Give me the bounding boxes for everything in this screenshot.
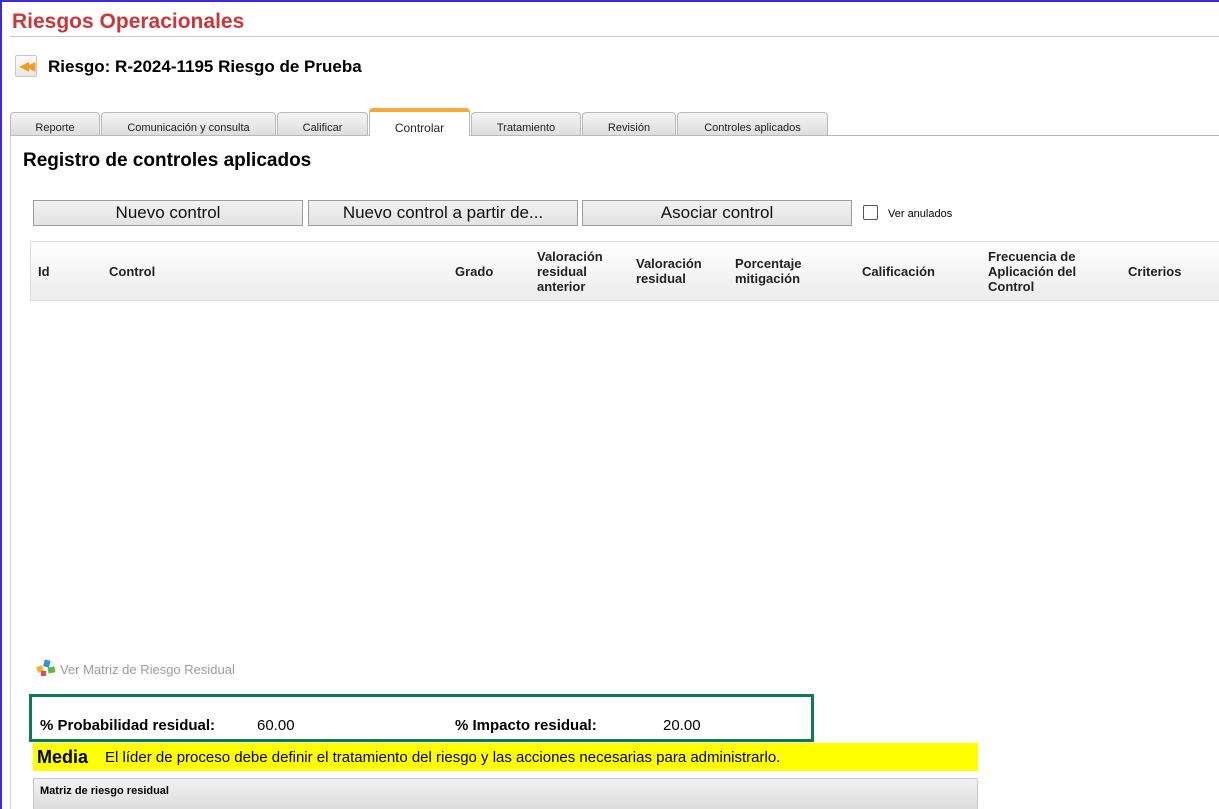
view-residual-matrix-link[interactable]: Ver Matriz de Riesgo Residual [35, 656, 235, 678]
app-title: Riesgos Operacionales [12, 10, 245, 33]
section-title: Registro de controles aplicados [23, 150, 312, 171]
tab-reporte[interactable]: Reporte [10, 112, 100, 135]
column-header-porcentaje[interactable]: Porcentaje mitigación [735, 256, 801, 286]
column-header-frecuencia[interactable]: Frecuencia de Aplicación del Control [988, 249, 1076, 294]
tab-calificar[interactable]: Calificar [277, 112, 368, 135]
risk-level-name: Media [37, 747, 89, 767]
view-residual-matrix-label: Ver Matriz de Riesgo Residual [60, 662, 235, 677]
risk-level-message: El líder de proceso debe definir el trat… [105, 749, 781, 766]
tab-controlar[interactable]: Controlar [369, 108, 470, 136]
tabs-divider [10, 135, 1219, 136]
tab-revision[interactable]: Revisión [582, 112, 676, 135]
tab-tratamiento[interactable]: Tratamiento [471, 112, 581, 135]
residual-matrix-panel-title: Matriz de riesgo residual [40, 785, 169, 797]
show-voided-checkbox[interactable] [863, 205, 878, 220]
probability-value: 60.00 [257, 717, 295, 734]
column-header-grado[interactable]: Grado [455, 264, 493, 279]
matrix-chart-icon [36, 659, 56, 676]
new-control-button[interactable]: Nuevo control [33, 200, 303, 226]
tab-controles-aplicados[interactable]: Controles aplicados [677, 112, 828, 135]
double-chevron-left-icon: ◀◀ [19, 59, 36, 73]
back-button[interactable]: ◀◀ [15, 55, 37, 77]
column-header-valoracion-anterior[interactable]: Valoración residual anterior [537, 249, 603, 294]
risk-title: Riesgo: R-2024-1195 Riesgo de Prueba [48, 57, 362, 76]
associate-control-button[interactable]: Asociar control [582, 200, 852, 226]
impact-value: 20.00 [663, 717, 701, 734]
residual-values-box: % Probabilidad residual: 60.00 % Impacto… [29, 694, 814, 742]
content-border [10, 135, 11, 809]
column-header-calificacion[interactable]: Calificación [862, 264, 935, 279]
probability-label: % Probabilidad residual: [40, 717, 216, 734]
tab-comunicacion[interactable]: Comunicación y consulta [101, 112, 276, 135]
column-header-criterios[interactable]: Criterios [1128, 264, 1181, 279]
impact-label: % Impacto residual: [455, 717, 597, 734]
residual-matrix-panel-header[interactable]: Matriz de riesgo residual [33, 778, 978, 809]
show-voided-label: Ver anulados [888, 208, 953, 220]
column-header-control[interactable]: Control [109, 264, 155, 279]
column-header-valoracion-residual[interactable]: Valoración residual [636, 256, 702, 286]
title-divider [10, 36, 1219, 37]
risk-level-banner: Media El líder de proceso debe definir e… [33, 743, 978, 771]
controls-grid-header: Id Control Grado Valoración residual ant… [30, 241, 1219, 301]
new-control-from-button[interactable]: Nuevo control a partir de... [308, 200, 578, 226]
column-header-id[interactable]: Id [38, 264, 50, 279]
